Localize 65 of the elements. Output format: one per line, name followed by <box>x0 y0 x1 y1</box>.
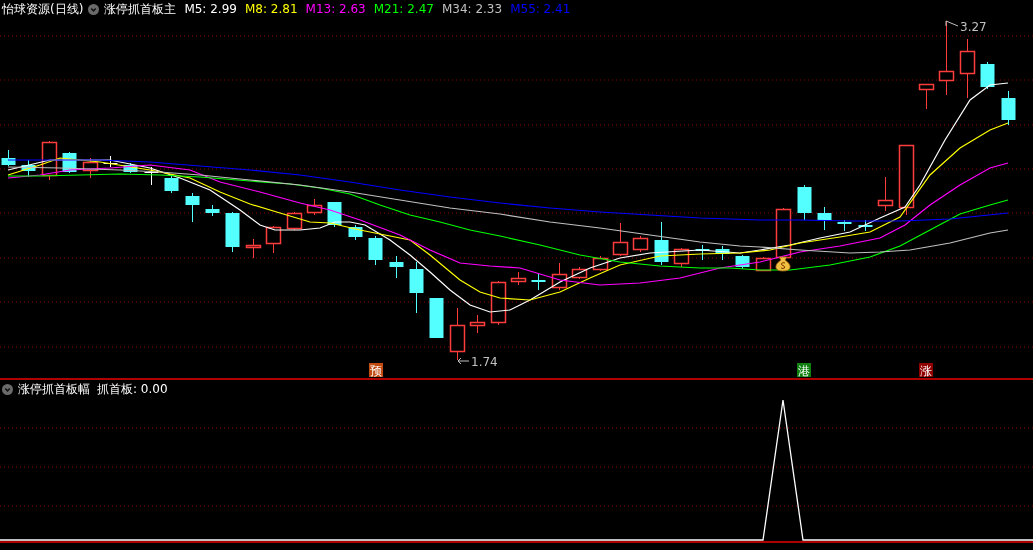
candlestick <box>265 225 282 254</box>
moving-average-reading: M5: 2.99 <box>184 2 237 16</box>
low-price-label: 1.74 <box>471 355 498 369</box>
moving-average-reading: M34: 2.33 <box>441 2 503 16</box>
candlestick <box>245 238 262 259</box>
chevron-circle-icon[interactable] <box>88 3 100 15</box>
indicator-name: 涨停抓首板主 <box>104 0 177 18</box>
candlestick <box>225 211 240 253</box>
candlestick <box>368 235 383 266</box>
candlestick <box>409 261 424 314</box>
candlestick <box>123 162 138 174</box>
candlestick <box>205 204 220 217</box>
candlestick <box>389 255 404 279</box>
signal-badge: 预 <box>369 363 383 378</box>
candlestick <box>103 155 118 168</box>
candlestick <box>185 192 200 223</box>
candlestick <box>817 206 832 231</box>
candlestick <box>592 255 609 272</box>
candlestick <box>918 83 935 110</box>
candlestick <box>82 157 99 179</box>
leader-line <box>945 20 959 27</box>
candlestick <box>898 144 915 216</box>
moving-average-reading: M8: 2.81 <box>244 2 298 16</box>
signal-badge: 港 <box>797 363 811 378</box>
candlestick <box>654 221 669 266</box>
candlestick <box>858 219 873 232</box>
arrow-icon <box>457 357 470 365</box>
candlestick <box>551 262 568 291</box>
moving-average-reading: M55: 2.41 <box>510 2 571 16</box>
candlestick <box>1 149 16 167</box>
moving-average-reading: M13: 2.63 <box>305 2 366 16</box>
signal-badge: 涨 <box>919 363 933 378</box>
high-price-label: 3.27 <box>960 20 987 34</box>
candlestick <box>429 297 444 339</box>
candlestick <box>144 166 159 186</box>
candlestick <box>775 207 792 259</box>
candlestick <box>469 314 486 334</box>
candlestick <box>877 176 894 212</box>
candlestick <box>612 222 629 257</box>
chart-title: 怡球资源(日线) <box>2 0 84 18</box>
candlestick <box>21 159 36 178</box>
candlestick <box>980 61 995 90</box>
candlestick <box>531 272 546 291</box>
indicator-name: 涨停抓首板幅 <box>18 380 90 398</box>
candlestick <box>490 280 507 326</box>
candlestick <box>449 307 466 361</box>
candlestick <box>797 184 812 221</box>
chevron-circle-icon[interactable] <box>2 383 13 395</box>
candlestick <box>1001 90 1016 126</box>
candlestick <box>571 266 588 280</box>
candlestick <box>164 174 179 194</box>
candlestick <box>735 254 750 270</box>
candlestick <box>510 271 527 286</box>
candlestick <box>837 219 852 232</box>
candlestick <box>286 211 303 231</box>
moving-average-reading: M21: 2.47 <box>373 2 434 16</box>
candlestick <box>673 247 690 268</box>
candlestick <box>959 38 976 99</box>
money-bag-icon <box>775 256 791 272</box>
candlestick <box>715 245 730 261</box>
candlestick <box>695 244 710 261</box>
candlestick <box>632 235 649 253</box>
candlestick <box>306 198 323 216</box>
candlestick <box>348 224 363 241</box>
indicator-reading: 抓首板: 0.00 <box>97 380 168 398</box>
